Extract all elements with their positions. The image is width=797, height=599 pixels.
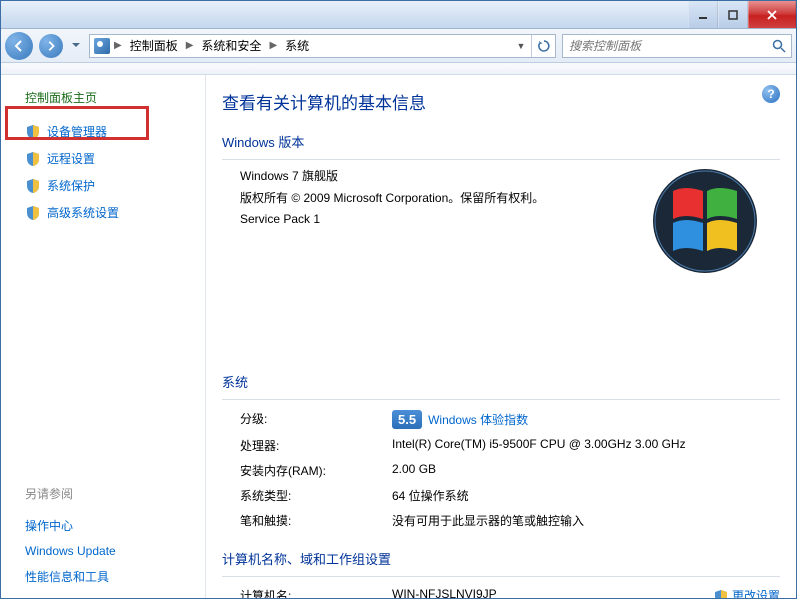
breadcrumb-system-security[interactable]: 系统和安全 (197, 35, 265, 57)
see-also-heading: 另请参阅 (25, 485, 197, 502)
table-row: 系统类型: 64 位操作系统 (222, 483, 780, 508)
sidebar: 控制面板主页 设备管理器 远程设置 系统保护 高级系统设置 (1, 75, 206, 598)
table-row: 分级: 5.5 Windows 体验指数 (222, 406, 780, 433)
computer-name-label: 计算机名: (222, 583, 392, 598)
table-row: 安装内存(RAM): 2.00 GB (222, 458, 780, 483)
breadcrumb-system[interactable]: 系统 (281, 35, 313, 57)
navigation-bar: ▶ 控制面板 ▶ 系统和安全 ▶ 系统 ▼ (1, 29, 796, 63)
table-row: 笔和触摸: 没有可用于此显示器的笔或触控输入 (222, 508, 780, 533)
address-dropdown[interactable]: ▼ (513, 41, 529, 51)
change-settings-label: 更改设置 (732, 589, 780, 598)
pen-touch-value: 没有可用于此显示器的笔或触控输入 (392, 508, 780, 533)
change-settings-link[interactable]: 更改设置 (713, 587, 780, 598)
shield-icon (713, 589, 729, 598)
refresh-button[interactable] (531, 35, 555, 57)
back-button[interactable] (5, 32, 33, 60)
device-manager-link[interactable]: 设备管理器 (25, 118, 197, 145)
windows-update-link[interactable]: Windows Update (25, 539, 197, 563)
control-panel-home-link[interactable]: 控制面板主页 (25, 89, 197, 106)
divider (222, 159, 780, 160)
system-type-value: 64 位操作系统 (392, 483, 780, 508)
ram-value: 2.00 GB (392, 458, 780, 483)
divider (222, 399, 780, 400)
rating-label: 分级: (222, 406, 392, 433)
side-link-label: 远程设置 (47, 150, 95, 167)
table-row: 处理器: Intel(R) Core(TM) i5-9500F CPU @ 3.… (222, 433, 780, 458)
system-heading: 系统 (222, 372, 780, 391)
table-row: 计算机名: WIN-NFJSLNVI9JP 更改设置 (222, 583, 780, 598)
windows-logo (650, 166, 760, 276)
page-title: 查看有关计算机的基本信息 (222, 89, 780, 114)
search-icon[interactable] (767, 35, 791, 57)
side-link-label: 高级系统设置 (47, 204, 119, 221)
breadcrumb-sep[interactable]: ▶ (267, 40, 279, 51)
address-bar[interactable]: ▶ 控制面板 ▶ 系统和安全 ▶ 系统 ▼ (89, 34, 556, 58)
domain-info-table: 计算机名: WIN-NFJSLNVI9JP 更改设置 计算机全名: WIN-NF… (222, 583, 780, 598)
action-center-link[interactable]: 操作中心 (25, 512, 197, 539)
system-icon (94, 38, 110, 54)
system-type-label: 系统类型: (222, 483, 392, 508)
shield-icon (25, 124, 41, 140)
advanced-settings-link[interactable]: 高级系统设置 (25, 199, 197, 226)
system-protection-link[interactable]: 系统保护 (25, 172, 197, 199)
breadcrumb-control-panel[interactable]: 控制面板 (126, 35, 182, 57)
forward-button[interactable] (39, 34, 63, 58)
rating-value: 5.5 (392, 410, 422, 429)
shield-icon (25, 151, 41, 167)
shield-icon (25, 205, 41, 221)
divider (222, 576, 780, 577)
side-link-label: 系统保护 (47, 177, 95, 194)
help-icon[interactable]: ? (762, 85, 780, 103)
performance-info-link[interactable]: 性能信息和工具 (25, 563, 197, 590)
maximize-button[interactable] (718, 1, 748, 28)
computer-name-value: WIN-NFJSLNVI9JP (392, 587, 497, 598)
main-content: ? 查看有关计算机的基本信息 Windows 版本 Windows 7 旗舰版 … (206, 75, 796, 598)
pen-touch-label: 笔和触摸: (222, 508, 392, 533)
titlebar (1, 1, 796, 29)
windows-edition-heading: Windows 版本 (222, 132, 780, 151)
shield-icon (25, 178, 41, 194)
processor-value: Intel(R) Core(TM) i5-9500F CPU @ 3.00GHz… (392, 433, 780, 458)
ram-label: 安装内存(RAM): (222, 458, 392, 483)
search-input[interactable] (563, 39, 767, 53)
system-info-table: 分级: 5.5 Windows 体验指数 处理器: Intel(R) Core(T… (222, 406, 780, 533)
remote-settings-link[interactable]: 远程设置 (25, 145, 197, 172)
search-box[interactable] (562, 34, 792, 58)
processor-label: 处理器: (222, 433, 392, 458)
breadcrumb-root-arrow[interactable]: ▶ (112, 40, 124, 51)
side-link-label: 设备管理器 (47, 123, 107, 140)
minimize-button[interactable] (688, 1, 718, 28)
toolbar (1, 63, 796, 75)
history-dropdown[interactable] (69, 43, 83, 48)
experience-index-link[interactable]: Windows 体验指数 (428, 413, 528, 427)
breadcrumb-sep[interactable]: ▶ (184, 40, 196, 51)
computer-name-heading: 计算机名称、域和工作组设置 (222, 549, 780, 568)
close-button[interactable] (748, 1, 796, 28)
